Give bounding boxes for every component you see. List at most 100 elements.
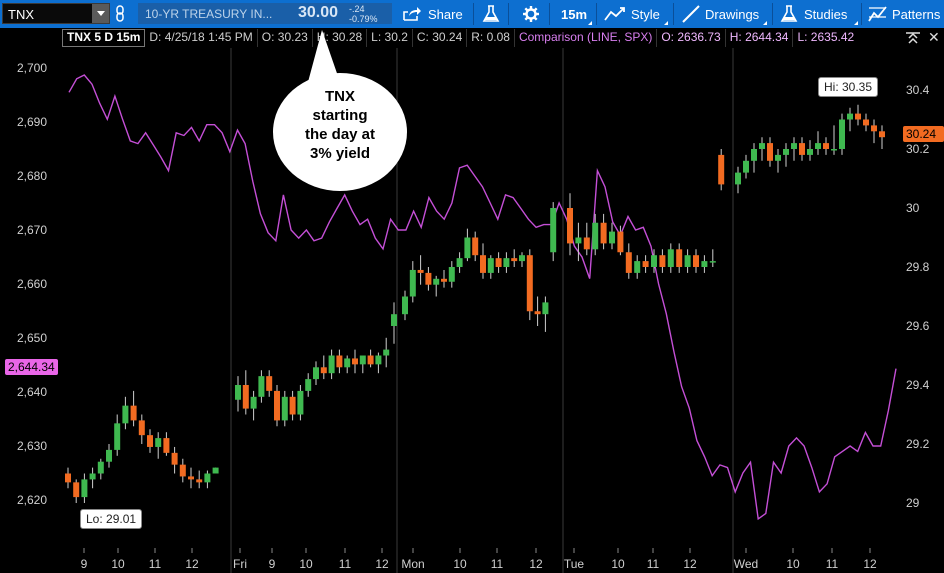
candle-down (718, 154, 725, 185)
time-tick-label: Fri (233, 557, 247, 571)
left-axis-tick: 2,670 (17, 223, 47, 237)
share-button[interactable]: Share (402, 0, 463, 28)
candle-down (534, 311, 541, 315)
toolbar-divider (549, 3, 550, 25)
candle-up (667, 249, 674, 267)
candle-up (542, 302, 549, 315)
time-tick-label: 12 (863, 557, 877, 571)
left-axis-tick: 2,690 (17, 115, 47, 129)
info-close: C: 30.24 (413, 29, 468, 47)
spx-comparison-line (68, 74, 897, 521)
candle-up (391, 314, 397, 326)
right-axis-tick: 29.4 (906, 378, 930, 392)
time-tick-label: 10 (786, 557, 800, 571)
candle-down (511, 258, 518, 262)
candle-up (487, 258, 494, 273)
candle-up (89, 473, 96, 480)
candle-down (274, 390, 280, 421)
time-axis: 9 10 11 12 Fri 9 10 11 12 Mon 10 11 12 Tue 10 11 12 Wed 10… (81, 48, 877, 573)
bubble-line: the day at (304, 126, 376, 143)
comparison-high: H: 2644.34 (726, 29, 794, 47)
time-tick-label: Tue (564, 557, 585, 571)
candle-down (138, 420, 145, 436)
symbol-period[interactable]: TNX 5 D 15m (62, 29, 146, 47)
candle-down (188, 476, 194, 480)
drawings-button[interactable]: Drawings (681, 0, 767, 28)
candle-up (550, 208, 557, 253)
change-percent: -0.79% (349, 14, 378, 24)
candle-down (417, 269, 424, 273)
studies-button[interactable]: Studies (780, 0, 858, 28)
candle-up (402, 296, 408, 315)
timeframe-button[interactable]: 15m (556, 0, 592, 28)
drawings-label: Drawings (705, 6, 760, 22)
settings-button[interactable] (522, 0, 540, 28)
time-tick-label: 10 (453, 557, 467, 571)
candle-up (359, 355, 366, 365)
candle-up (519, 255, 525, 262)
dropdown-corner-icon (664, 21, 668, 25)
bubble-line: 3% yield (309, 145, 371, 162)
studies-label: Studies (804, 6, 848, 22)
gear-icon (523, 6, 539, 22)
time-tick-label: 11 (826, 557, 839, 571)
right-price-axis: 30.4 30.2 30 29.8 29.6 29.4 29.2 29 (906, 83, 930, 510)
dropdown-corner-icon (588, 21, 592, 25)
share-icon (403, 7, 421, 21)
toolbar-divider (772, 3, 773, 25)
left-axis-tick: 2,660 (17, 277, 47, 291)
style-button[interactable]: Style (604, 0, 668, 28)
flask-icon (482, 5, 500, 22)
time-tick-label: 9 (269, 557, 276, 571)
comparison-label[interactable]: Comparison (LINE, SPX) (515, 29, 658, 47)
candle-down (73, 482, 80, 498)
patterns-label: Patterns (892, 6, 941, 22)
candle-down (196, 479, 203, 483)
candle-down (163, 438, 170, 453)
candle-down (642, 261, 649, 267)
flask-button[interactable] (482, 0, 500, 28)
candle-down (799, 143, 805, 155)
candle-up (81, 479, 88, 498)
candle-down (495, 258, 502, 267)
candle-up (344, 358, 351, 368)
net-change: -.24 -0.79% (343, 3, 392, 24)
price-chart[interactable]: 2,700 2,690 2,680 2,670 2,660 2,650 2,640 2,630… (0, 48, 944, 573)
candle-up (114, 423, 121, 450)
right-price-tag: 30.24 (903, 126, 944, 142)
candle-up (839, 119, 845, 149)
candle-down (625, 252, 632, 273)
right-axis-tick: 29.2 (906, 437, 930, 451)
timeframe-label: 15m (560, 6, 588, 22)
candle-down (879, 131, 885, 138)
time-tick-label: 10 (299, 557, 313, 571)
bubble-line: starting (312, 107, 368, 124)
style-icon (604, 7, 625, 21)
candle-down (693, 255, 699, 267)
candle-up (456, 258, 463, 267)
chevron-down-icon[interactable] (92, 4, 109, 23)
candle-up (807, 149, 813, 155)
info-low: L: 30.2 (367, 29, 413, 47)
candle-down (65, 473, 71, 483)
candle-down (855, 113, 861, 120)
left-axis-tick: 2,640 (17, 385, 47, 399)
candle-up (97, 461, 104, 474)
toolbar-divider (673, 3, 674, 25)
link-icon[interactable] (115, 5, 127, 23)
candle-up (831, 149, 837, 151)
time-tick-label: 12 (529, 557, 543, 571)
candle-up (383, 349, 390, 356)
info-date: D: 4/25/18 1:45 PM (145, 29, 258, 47)
candle-up (847, 113, 853, 120)
patterns-button[interactable]: Patterns (868, 0, 940, 28)
toolbar-divider (861, 3, 862, 25)
close-icon[interactable]: ✕ (928, 29, 940, 46)
candle-down (171, 452, 178, 465)
style-label: Style (631, 6, 660, 22)
collapse-icon[interactable] (905, 30, 921, 46)
time-tick-label: 11 (339, 557, 352, 571)
candle-down (179, 464, 186, 477)
candle-up (313, 367, 319, 380)
candle-up (503, 258, 510, 267)
